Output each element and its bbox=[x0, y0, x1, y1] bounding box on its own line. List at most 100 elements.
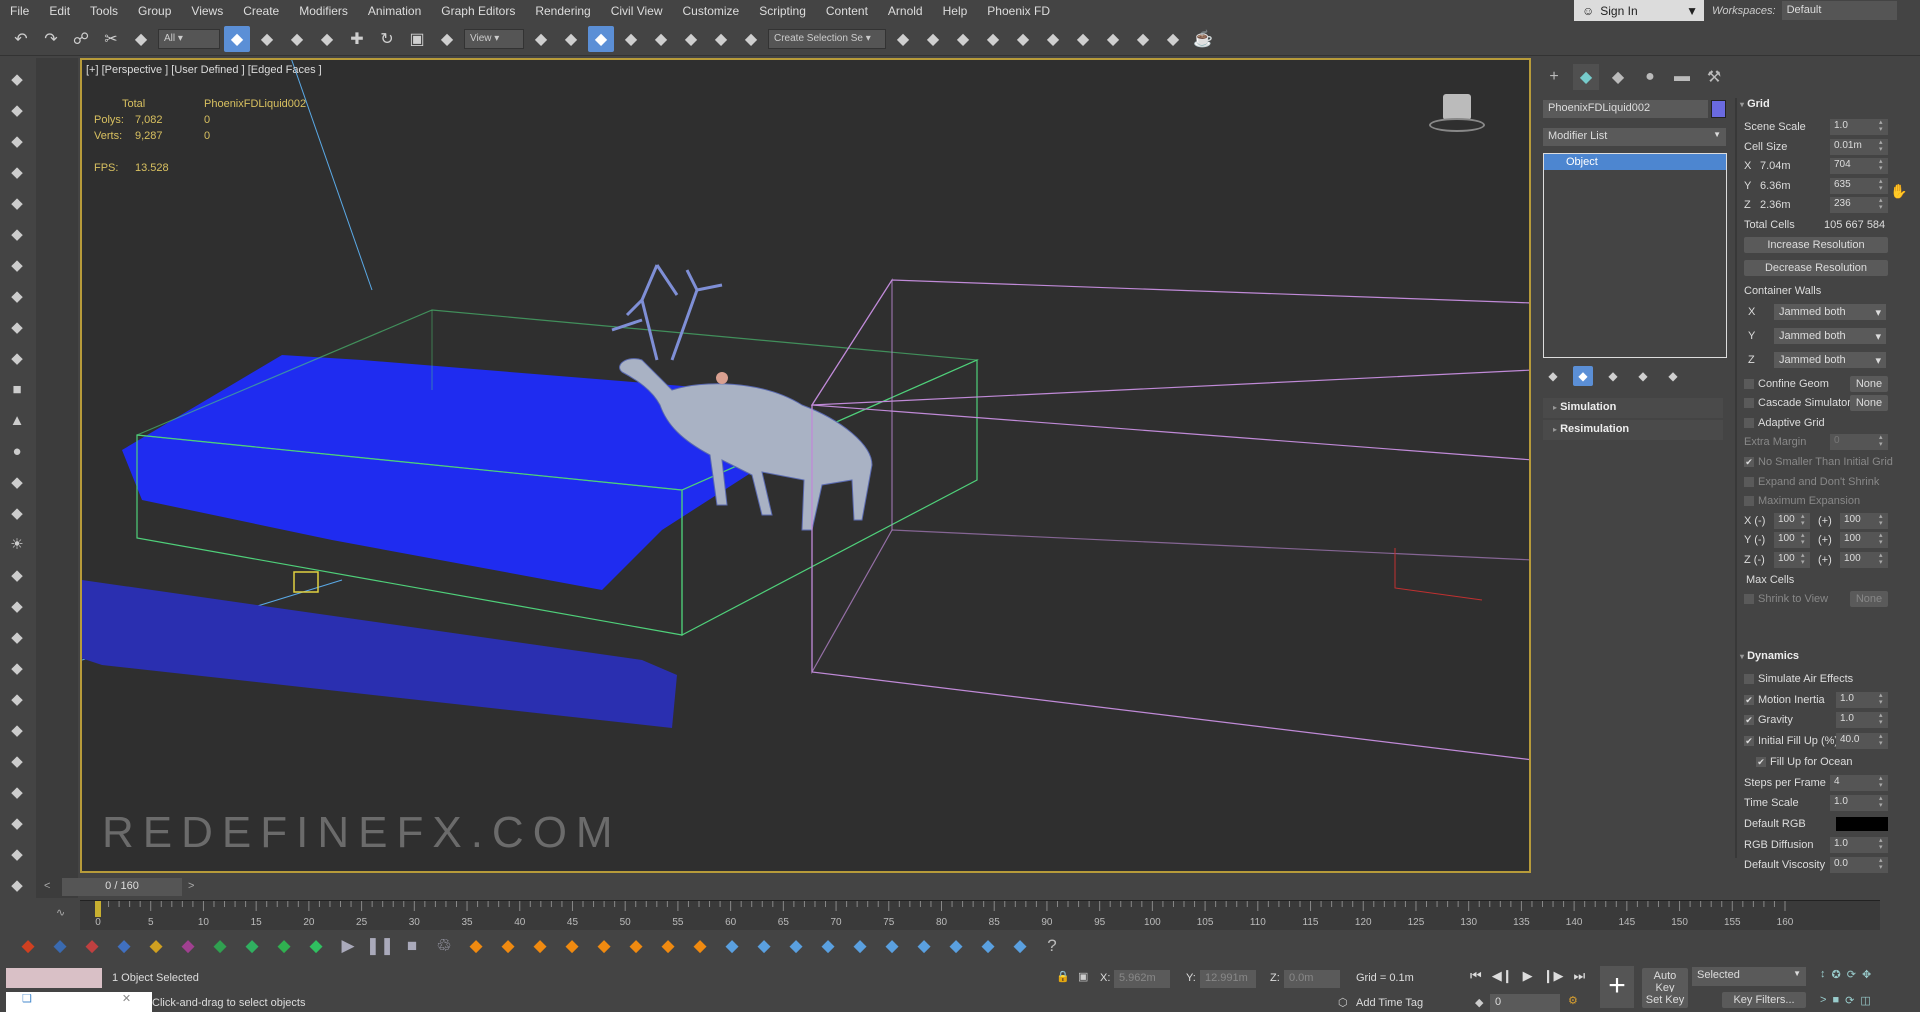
fur-icon[interactable]: ◆ bbox=[4, 778, 30, 805]
campfire-preset-icon[interactable]: ◆ bbox=[654, 932, 682, 960]
box-icon[interactable]: ■ bbox=[4, 376, 30, 403]
close-icon[interactable]: ✕ bbox=[122, 993, 131, 1005]
select-by-name-icon[interactable]: ◆ bbox=[254, 26, 280, 52]
menu-scripting[interactable]: Scripting bbox=[749, 4, 816, 18]
play-icon[interactable]: ▶ bbox=[1523, 968, 1533, 984]
orbit-icon[interactable]: ⟳ bbox=[1847, 968, 1856, 981]
schematic-icon[interactable]: ◆ bbox=[1070, 26, 1096, 52]
scale-icon[interactable]: ▣ bbox=[404, 26, 430, 52]
menu-phoenix-fd[interactable]: Phoenix FD bbox=[977, 4, 1060, 18]
edit-named-sel-icon[interactable]: ◆ bbox=[738, 26, 764, 52]
fuel-preset-icon[interactable]: ◆ bbox=[558, 932, 586, 960]
material-editor-icon[interactable]: ◆ bbox=[1100, 26, 1126, 52]
absolute-mode-icon[interactable]: ▣ bbox=[1078, 970, 1088, 983]
spinner-field[interactable]: 1.0 bbox=[1830, 119, 1888, 135]
pan-icon[interactable]: ✥ bbox=[1862, 968, 1871, 981]
panel-icon[interactable]: ◆ bbox=[4, 159, 30, 186]
beer-preset-icon[interactable]: ◆ bbox=[782, 932, 810, 960]
ribbon-icon[interactable]: ◆ bbox=[1010, 26, 1036, 52]
key-filters-button[interactable]: Key Filters... bbox=[1722, 992, 1806, 1008]
wall-dropdown[interactable]: Jammed both ▾ bbox=[1774, 351, 1886, 368]
object-name-field[interactable]: PhoenixFDLiquid002 bbox=[1543, 100, 1708, 118]
pivot-icon[interactable]: ◆ bbox=[528, 26, 554, 52]
body-force-icon[interactable]: ◆ bbox=[302, 932, 330, 960]
explosion-preset-icon[interactable]: ◆ bbox=[526, 932, 554, 960]
smoke-preset-icon[interactable]: ◆ bbox=[590, 932, 618, 960]
spline-icon[interactable]: ◆ bbox=[4, 623, 30, 650]
fov-icon[interactable]: > bbox=[1820, 994, 1826, 1007]
panel-icon[interactable]: ◆ bbox=[4, 190, 30, 217]
film-icon[interactable]: ◆ bbox=[4, 345, 30, 372]
prev-key-icon[interactable]: ◀❙ bbox=[1492, 968, 1513, 984]
viewport-perspective[interactable]: [+] [Perspective ] [User Defined ] [Edge… bbox=[80, 58, 1531, 873]
particle-tuner-icon[interactable]: ◆ bbox=[270, 932, 298, 960]
cigarette-preset-icon[interactable]: ◆ bbox=[686, 932, 714, 960]
cone-icon[interactable]: ▲ bbox=[4, 407, 30, 434]
color-swatch[interactable] bbox=[1836, 816, 1888, 831]
resolution-button[interactable]: Increase Resolution bbox=[1744, 236, 1888, 253]
menu-edit[interactable]: Edit bbox=[39, 4, 80, 18]
window-crossing-icon[interactable]: ◆ bbox=[314, 26, 340, 52]
zoom-icon[interactable]: ↕ bbox=[1820, 968, 1826, 981]
panel-icon[interactable]: ◆ bbox=[4, 128, 30, 155]
bind-spacewarp-icon[interactable]: ◆ bbox=[128, 26, 154, 52]
rollout-simulation[interactable]: ▸ Simulation bbox=[1543, 398, 1723, 418]
pick-button[interactable]: None bbox=[1850, 591, 1888, 608]
liquid-source-icon[interactable]: ◆ bbox=[110, 932, 138, 960]
spinner-field[interactable]: 100 bbox=[1774, 532, 1810, 549]
menu-graph-editors[interactable]: Graph Editors bbox=[431, 4, 525, 18]
pin-stack-icon[interactable]: ◆ bbox=[1543, 366, 1563, 386]
torus-icon[interactable]: ◆ bbox=[4, 469, 30, 496]
checkbox[interactable] bbox=[1744, 378, 1754, 389]
align-icon[interactable]: ◆ bbox=[920, 26, 946, 52]
show-end-result-icon[interactable]: ◆ bbox=[1573, 366, 1593, 386]
spinner-field[interactable]: 1.0 bbox=[1830, 795, 1888, 812]
prev-frame-button[interactable]: < bbox=[44, 880, 50, 892]
timeline-ruler[interactable]: 0 5 10 15 20 25 30 35 40 45 50 55 60 65 70 75 80 85 90 95 10… bbox=[80, 900, 1880, 930]
menu-content[interactable]: Content bbox=[816, 4, 878, 18]
spinner-field[interactable]: 0.0 bbox=[1830, 857, 1888, 874]
link-icon[interactable]: ☍ bbox=[68, 26, 94, 52]
keyboard-shortcut-icon[interactable]: ◆ bbox=[588, 25, 614, 52]
gizmo-icon[interactable]: ◆ bbox=[4, 654, 30, 681]
rotate-icon[interactable]: ↻ bbox=[374, 26, 400, 52]
teapot-icon[interactable]: ◆ bbox=[4, 283, 30, 310]
curve-editor-icon[interactable]: ◆ bbox=[1040, 26, 1066, 52]
hair-icon[interactable]: ◆ bbox=[4, 747, 30, 774]
lock-selection-icon[interactable]: 🔒 bbox=[1056, 970, 1070, 983]
go-to-end-icon[interactable]: ⏭ bbox=[1573, 968, 1585, 984]
wall-dropdown[interactable]: Jammed both ▾ bbox=[1774, 303, 1886, 320]
key-mode-icon[interactable]: ◆ bbox=[1475, 996, 1483, 1009]
spinner-field[interactable]: 100 bbox=[1840, 552, 1888, 568]
orbit-subobject-icon[interactable]: ⟳ bbox=[1845, 994, 1854, 1007]
timeline-current-frame-marker[interactable] bbox=[95, 901, 101, 917]
liquid-sim-icon[interactable]: ◆ bbox=[14, 932, 42, 960]
pyramid-icon[interactable]: ◆ bbox=[4, 500, 30, 527]
placement-icon[interactable]: ◆ bbox=[434, 26, 460, 52]
spinner-field[interactable]: 0 bbox=[1830, 434, 1888, 451]
menu-rendering[interactable]: Rendering bbox=[525, 4, 600, 18]
remove-modifier-icon[interactable]: ◆ bbox=[1633, 366, 1653, 386]
rollout-resimulation[interactable]: ▸ Resimulation bbox=[1543, 420, 1723, 440]
stack-item-object[interactable]: Object bbox=[1544, 154, 1726, 170]
utilities-icon[interactable]: ⚒ bbox=[1701, 64, 1727, 90]
spinner-field[interactable]: 4 bbox=[1830, 774, 1888, 791]
manipulate-icon[interactable]: ◆ bbox=[558, 26, 584, 52]
spinner-field[interactable]: 1.0 bbox=[1836, 712, 1888, 729]
viewport-layout-icon[interactable]: ◆ bbox=[4, 66, 30, 93]
next-key-icon[interactable]: ❙▶ bbox=[1543, 968, 1564, 984]
next-frame-button[interactable]: > bbox=[188, 880, 194, 892]
mirror-icon[interactable]: ◆ bbox=[890, 26, 916, 52]
spinner-field[interactable]: 704 bbox=[1830, 158, 1888, 175]
curve-editor-toggle-icon[interactable]: ∿ bbox=[56, 906, 65, 919]
foam-icon[interactable]: ◆ bbox=[174, 932, 202, 960]
hierarchy-icon[interactable]: ◆ bbox=[1605, 64, 1631, 90]
selection-filter-dropdown[interactable]: All ▾ bbox=[158, 28, 220, 49]
checkbox[interactable]: ✔ bbox=[1744, 715, 1754, 726]
display-icon[interactable]: ▬ bbox=[1669, 64, 1695, 90]
z-coordinate-field[interactable]: 0.0m bbox=[1284, 970, 1340, 988]
viewcube[interactable] bbox=[1427, 90, 1487, 140]
globe-icon[interactable]: ◆ bbox=[4, 685, 30, 712]
fire-sim-icon[interactable]: ◆ bbox=[46, 932, 74, 960]
spinner-field[interactable]: 635 bbox=[1830, 177, 1888, 194]
